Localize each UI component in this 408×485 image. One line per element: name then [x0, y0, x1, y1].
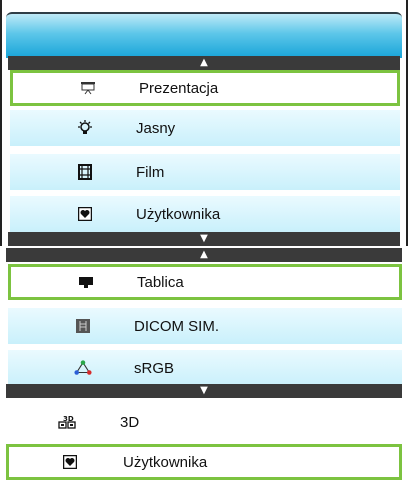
board-icon	[77, 273, 95, 291]
menu-item-jasny[interactable]: Jasny	[10, 110, 400, 146]
menu-item-tablica[interactable]: Tablica	[8, 264, 402, 300]
menu-item-srgb[interactable]: sRGB	[8, 350, 402, 386]
scroll-up-arrow-icon[interactable]: ▲	[200, 58, 208, 68]
rgb-triangle-icon	[74, 359, 92, 377]
menu-item-label: Prezentacja	[139, 79, 219, 97]
menu-item-label: DICOM SIM.	[134, 317, 219, 335]
color-mode-menu-panel-2: ▲ Tablica DICOM SIM. sRGB ▼	[0, 242, 408, 404]
heart-icon	[61, 453, 79, 471]
menu-item-label: 3D	[120, 413, 140, 431]
film-icon	[76, 163, 94, 181]
heart-icon	[76, 205, 94, 223]
menu-item-uzytkownika[interactable]: Użytkownika	[6, 444, 402, 480]
menu-item-3d[interactable]: 3D 3D	[6, 404, 402, 440]
menu-item-label: Użytkownika	[123, 453, 208, 471]
menu-item-prezentacja[interactable]: Prezentacja	[10, 70, 400, 106]
scroll-up-bar[interactable]: ▲	[6, 248, 402, 262]
scroll-down-arrow-icon[interactable]: ▼	[200, 386, 208, 396]
menu-item-dicom-sim[interactable]: DICOM SIM.	[8, 308, 402, 344]
presentation-screen-icon	[79, 79, 97, 97]
menu-item-label: Film	[136, 163, 165, 181]
color-mode-menu-panel-3: 3D 3D Użytkownika	[0, 400, 408, 485]
menu-item-label: Tablica	[137, 273, 184, 291]
menu-item-film[interactable]: Film	[10, 154, 400, 190]
scroll-up-bar[interactable]: ▲	[8, 56, 400, 70]
menu-item-uzytkownika[interactable]: Użytkownika	[10, 196, 400, 232]
menu-item-label: Jasny	[136, 119, 176, 137]
bulb-icon	[76, 119, 94, 137]
menu-item-label: sRGB	[134, 359, 175, 377]
scroll-up-arrow-icon[interactable]: ▲	[200, 250, 208, 260]
xray-icon	[74, 317, 92, 335]
menu-item-label: Użytkownika	[136, 205, 221, 223]
menu-header-bar	[6, 12, 402, 58]
3d-icon: 3D	[58, 413, 76, 431]
color-mode-menu-panel-1: ▲ Prezentacja Jasny Film Użytkownika ▼	[0, 0, 408, 246]
scroll-down-bar[interactable]: ▼	[6, 384, 402, 398]
